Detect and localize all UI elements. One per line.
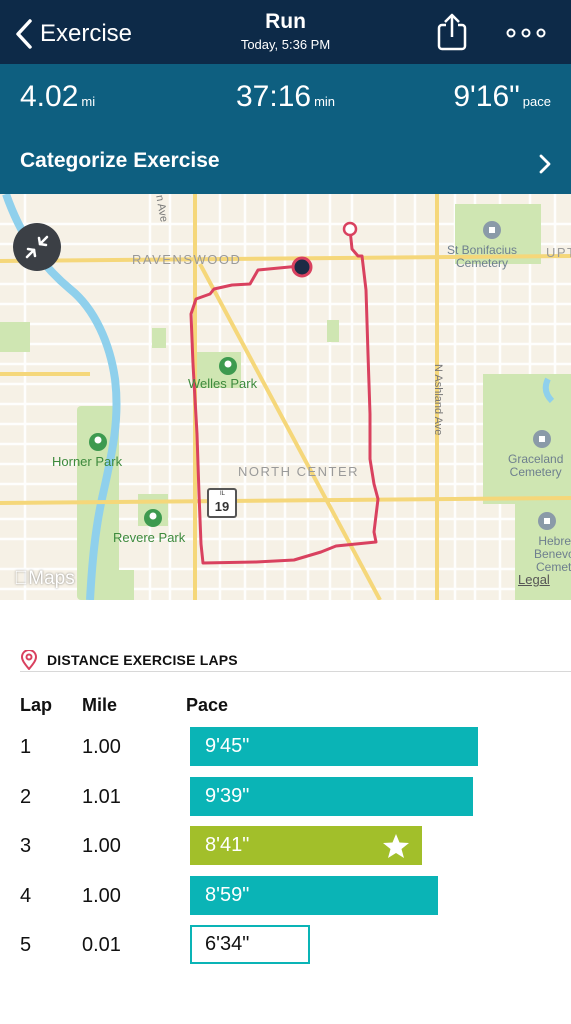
lap-number: 4 [20, 885, 32, 907]
lap-row: 1 1.00 9'45" [0, 727, 571, 767]
label-ashland-ave: N Ashland Ave [432, 364, 444, 436]
lap-row: 5 0.01 6'34" [0, 925, 571, 965]
categorize-exercise-row[interactable]: Categorize Exercise [0, 132, 571, 194]
pace-bar: 9'45" [190, 727, 478, 766]
lap-number: 3 [20, 835, 32, 857]
column-header-lap: Lap [20, 695, 53, 715]
pace-bar-partial: 6'34" [190, 925, 310, 964]
lap-mile: 1.00 [82, 736, 121, 758]
share-icon[interactable] [434, 12, 470, 52]
laps-section: DISTANCE EXERCISE LAPS Lap Mile Pace 1 1… [0, 600, 571, 1024]
pace-value: 9'39" [205, 785, 250, 807]
apple-icon:  [14, 568, 28, 589]
location-pin-icon [20, 650, 38, 670]
pace-stat: 9'16" pace [453, 80, 551, 114]
maps-logo-text: Maps [14, 568, 74, 589]
distance-unit: mi [81, 94, 96, 109]
maps-logo: Maps [14, 568, 75, 590]
route-map[interactable]: RAVENSWOOD n Ave St Bonifacius Cemetery … [0, 194, 571, 600]
categorize-label: Categorize Exercise [20, 149, 220, 172]
lap-number: 2 [20, 786, 32, 808]
pace-bar: 9'39" [190, 777, 473, 816]
duration-unit: min [314, 94, 336, 109]
pace-bar-best: 8'41" [190, 826, 422, 865]
chevron-right-icon [539, 154, 551, 174]
label-hebrew-cemetery: Hebrew Benevole Cemeter [534, 534, 571, 574]
pace-unit: pace [522, 94, 551, 109]
pace-value: 8'41" [205, 834, 250, 856]
lap-mile: 1.01 [82, 786, 121, 808]
duration-value: 37:16 [236, 80, 312, 113]
pace-value: 9'45" [205, 735, 250, 757]
route-19-shield: IL 19 [207, 488, 237, 518]
pace-value: 8'59" [205, 884, 250, 906]
lap-row: 3 1.00 8'41" [0, 826, 571, 866]
legal-link[interactable]: Legal [518, 572, 550, 587]
pace-value: 9'16" [453, 80, 520, 113]
lap-row: 2 1.01 9'39" [0, 777, 571, 817]
nav-bar: Exercise Run Today, 5:36 PM [0, 0, 571, 64]
collapse-map-button[interactable] [13, 223, 61, 271]
more-dots-icon[interactable] [505, 26, 547, 40]
chevron-left-icon [16, 19, 32, 49]
distance-stat: 4.02 mi [20, 80, 95, 114]
distance-value: 4.02 [20, 80, 79, 113]
label-revere-park: Revere Park [113, 530, 186, 545]
lap-mile: 0.01 [82, 934, 121, 956]
label-graceland: Graceland Cemetery [508, 452, 564, 479]
lap-row: 4 1.00 8'59" [0, 876, 571, 916]
lap-number: 1 [20, 736, 32, 758]
column-header-mile: Mile [82, 695, 118, 715]
lap-mile: 1.00 [82, 885, 121, 907]
route-state: IL [220, 491, 226, 497]
column-header-pace: Pace [186, 695, 229, 715]
duration-stat: 37:16 min [236, 80, 335, 114]
summary-stats: 4.02 mi 37:16 min 9'16" pace [0, 64, 571, 132]
label-uptown: UPT [546, 245, 571, 260]
pace-value: 6'34" [205, 933, 250, 955]
back-button[interactable]: Exercise [14, 14, 132, 54]
laps-section-title: DISTANCE EXERCISE LAPS [47, 652, 238, 668]
route-number: 19 [214, 499, 230, 514]
label-north-center: NORTH CENTER [238, 464, 360, 479]
collapse-arrows-icon [25, 235, 49, 259]
pace-bar: 8'59" [190, 876, 438, 915]
label-welles-park: Welles Park [188, 376, 258, 391]
label-ravenswood: RAVENSWOOD [132, 252, 242, 267]
label-st-bonifacius: St Bonifacius Cemetery [447, 243, 518, 270]
laps-section-header: DISTANCE EXERCISE LAPS [20, 650, 571, 672]
lap-number: 5 [20, 934, 32, 956]
lap-mile: 1.00 [82, 835, 121, 857]
star-icon [383, 834, 409, 858]
back-label: Exercise [40, 20, 133, 47]
label-horner-park: Horner Park [52, 454, 123, 469]
